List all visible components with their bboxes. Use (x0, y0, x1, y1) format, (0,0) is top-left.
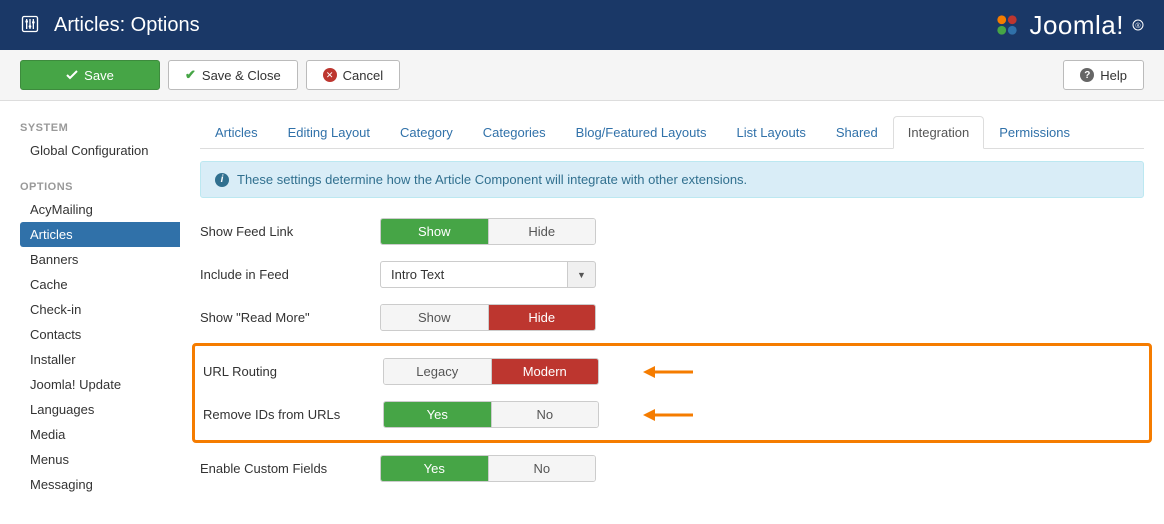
sidebar-item-check-in[interactable]: Check-in (20, 297, 180, 322)
opt-no[interactable]: No (488, 456, 596, 481)
cancel-label: Cancel (343, 68, 383, 83)
info-icon: i (215, 173, 229, 187)
sidebar: SYSTEM Global Configuration OPTIONS AcyM… (0, 101, 180, 524)
opt-show[interactable]: Show (381, 219, 488, 244)
sidebar-item-media[interactable]: Media (20, 422, 180, 447)
sidebar-item-acymailing[interactable]: AcyMailing (20, 197, 180, 222)
annotation-highlight-box: URL Routing Legacy Modern Remove IDs fro… (192, 343, 1152, 443)
save-button[interactable]: Save (20, 60, 160, 90)
sidebar-item-messaging[interactable]: Messaging (20, 472, 180, 497)
save-close-button[interactable]: ✔ Save & Close (168, 60, 298, 90)
sidebar-item-languages[interactable]: Languages (20, 397, 180, 422)
annotation-arrow-icon (643, 405, 693, 428)
save-label: Save (84, 68, 114, 83)
sidebar-item-installer[interactable]: Installer (20, 347, 180, 372)
sidebar-item-joomla-update[interactable]: Joomla! Update (20, 372, 180, 397)
sidebar-item-articles[interactable]: Articles (20, 222, 180, 247)
sidebar-heading-options: OPTIONS (20, 175, 180, 197)
label-url-routing: URL Routing (203, 364, 383, 379)
opt-show[interactable]: Show (381, 305, 488, 330)
save-close-label: Save & Close (202, 68, 281, 83)
toggle-remove-ids[interactable]: Yes No (383, 401, 599, 428)
toggle-url-routing[interactable]: Legacy Modern (383, 358, 599, 385)
tab-editing-layout[interactable]: Editing Layout (273, 116, 385, 149)
opt-modern[interactable]: Modern (491, 359, 599, 384)
help-label: Help (1100, 68, 1127, 83)
info-text: These settings determine how the Article… (237, 172, 747, 187)
page-title: Articles: Options (54, 14, 200, 37)
sidebar-item-menus[interactable]: Menus (20, 447, 180, 472)
tab-category[interactable]: Category (385, 116, 468, 149)
brand-text: Joomla! (1029, 10, 1124, 41)
header: Articles: Options Joomla! ® (0, 0, 1164, 50)
label-read-more: Show "Read More" (200, 310, 380, 325)
toggle-custom-fields[interactable]: Yes No (380, 455, 596, 482)
opt-hide[interactable]: Hide (488, 219, 596, 244)
sidebar-item-banners[interactable]: Banners (20, 247, 180, 272)
sidebar-item-cache[interactable]: Cache (20, 272, 180, 297)
tab-integration[interactable]: Integration (893, 116, 984, 149)
label-custom-fields: Enable Custom Fields (200, 461, 380, 476)
tab-blog-featured-layouts[interactable]: Blog/Featured Layouts (561, 116, 722, 149)
tabs: ArticlesEditing LayoutCategoryCategories… (200, 116, 1144, 149)
joomla-logo-icon (993, 11, 1021, 39)
opt-hide[interactable]: Hide (488, 305, 596, 330)
tab-permissions[interactable]: Permissions (984, 116, 1085, 149)
chevron-down-icon[interactable]: ▼ (568, 261, 596, 288)
opt-legacy[interactable]: Legacy (384, 359, 491, 384)
opt-yes[interactable]: Yes (384, 402, 491, 427)
tab-articles[interactable]: Articles (200, 116, 273, 149)
tab-list-layouts[interactable]: List Layouts (721, 116, 820, 149)
select-value[interactable]: Intro Text (380, 261, 568, 288)
svg-text:®: ® (1135, 22, 1141, 30)
toolbar: Save ✔ Save & Close ✕ Cancel ? Help (0, 50, 1164, 101)
brand-logo: Joomla! ® (993, 10, 1144, 41)
tab-shared[interactable]: Shared (821, 116, 893, 149)
settings-sliders-icon (20, 14, 40, 37)
check-icon: ✔ (185, 67, 196, 83)
label-include-feed: Include in Feed (200, 267, 380, 282)
sidebar-item-contacts[interactable]: Contacts (20, 322, 180, 347)
label-remove-ids: Remove IDs from URLs (203, 407, 383, 422)
check-icon (66, 69, 78, 81)
help-button[interactable]: ? Help (1063, 60, 1144, 90)
trademark-icon: ® (1132, 19, 1144, 31)
question-icon: ? (1080, 68, 1094, 82)
toggle-read-more[interactable]: Show Hide (380, 304, 596, 331)
label-feed-link: Show Feed Link (200, 224, 380, 239)
sidebar-item-global-config[interactable]: Global Configuration (20, 138, 180, 163)
tab-categories[interactable]: Categories (468, 116, 561, 149)
toggle-feed-link[interactable]: Show Hide (380, 218, 596, 245)
opt-no[interactable]: No (491, 402, 599, 427)
annotation-arrow-icon (643, 362, 693, 385)
opt-yes[interactable]: Yes (381, 456, 488, 481)
info-bar: i These settings determine how the Artic… (200, 161, 1144, 198)
close-icon: ✕ (323, 68, 337, 82)
cancel-button[interactable]: ✕ Cancel (306, 60, 400, 90)
sidebar-heading-system: SYSTEM (20, 116, 180, 138)
select-include-feed[interactable]: Intro Text ▼ (380, 261, 596, 288)
main-panel: ArticlesEditing LayoutCategoryCategories… (180, 101, 1164, 524)
